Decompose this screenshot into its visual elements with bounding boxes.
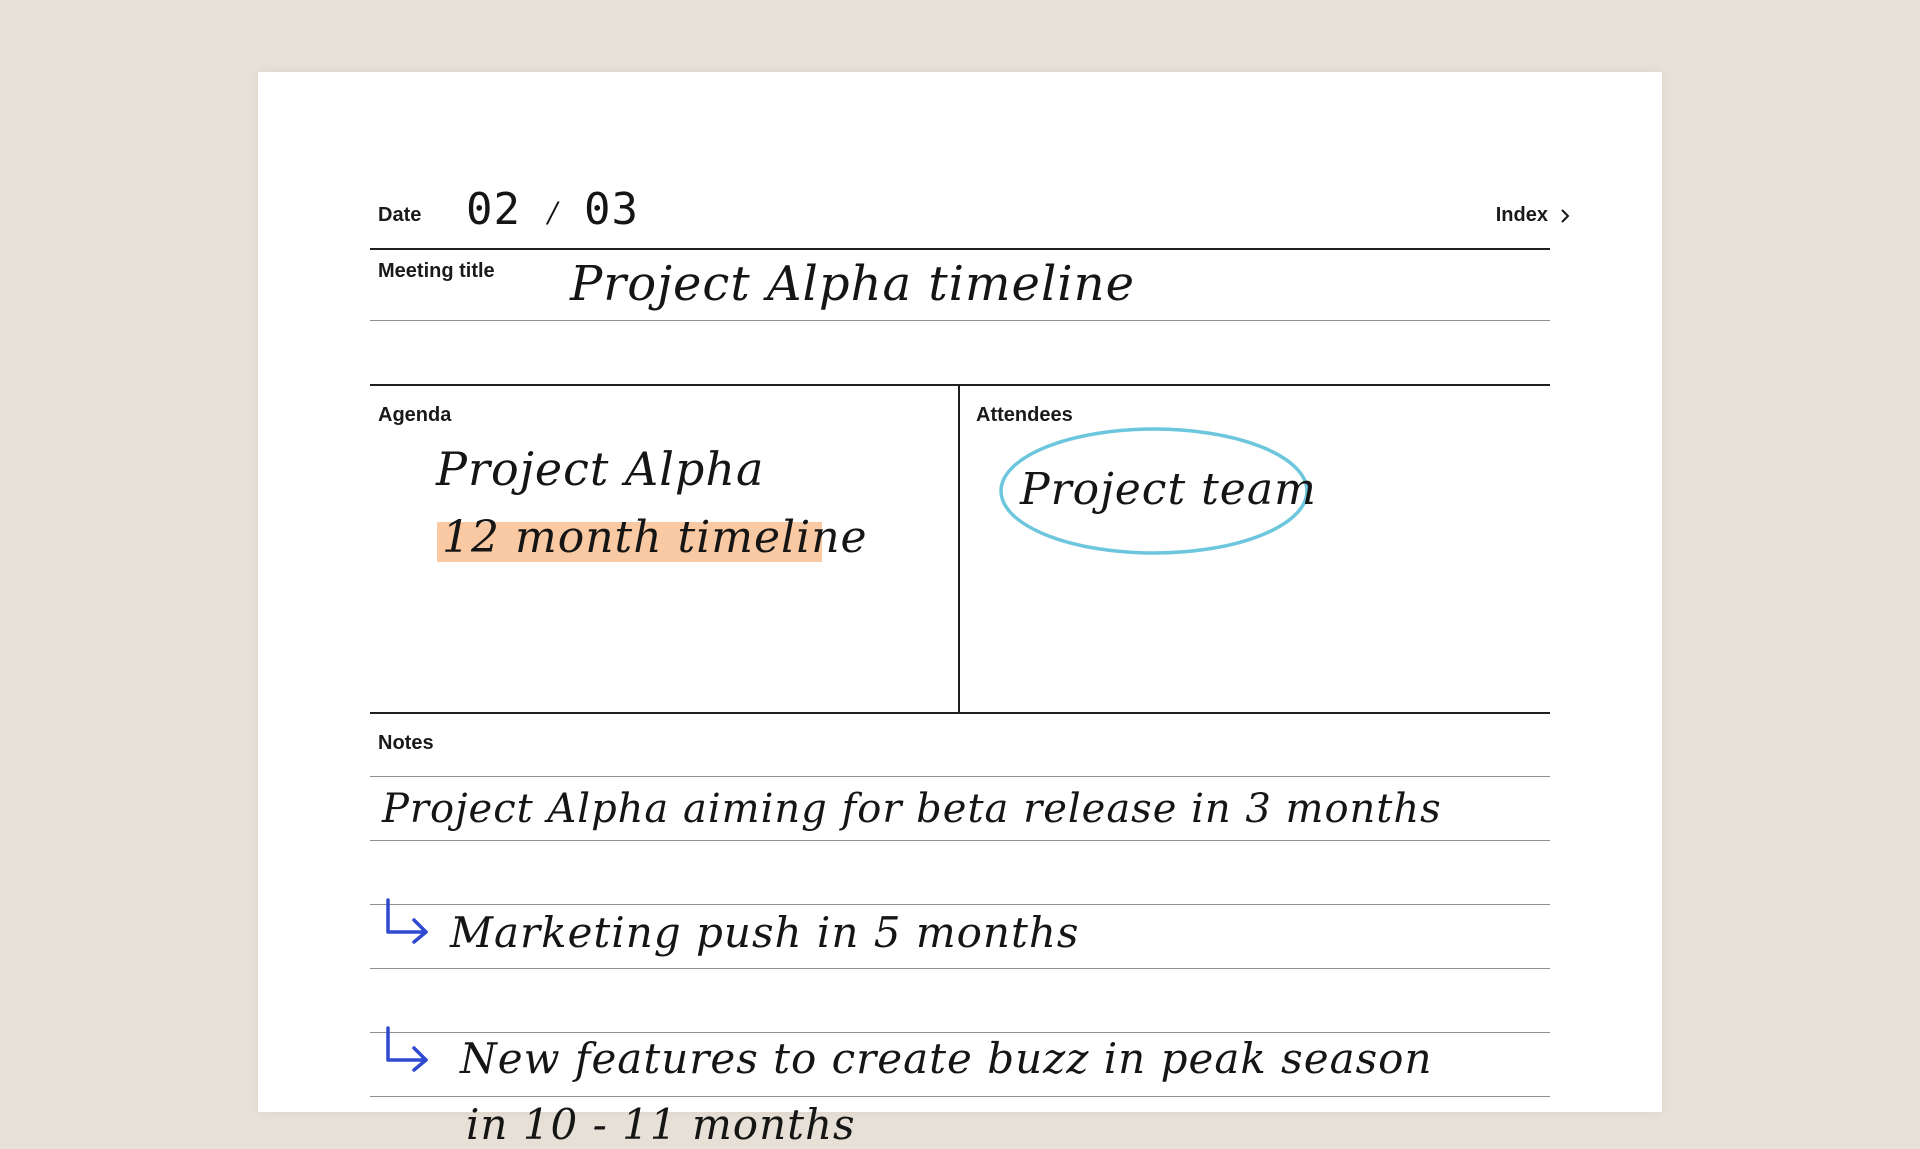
agenda-line-2[interactable]: 12 month timeline — [442, 512, 868, 563]
notes-top-divider — [370, 712, 1550, 714]
notes-label: Notes — [378, 732, 434, 754]
agenda-label: Agenda — [378, 404, 452, 426]
attendees-value[interactable]: Project team — [1020, 464, 1317, 515]
notes-rule-4 — [370, 968, 1550, 969]
date-day: 03 — [584, 184, 639, 235]
notes-line-2[interactable]: Marketing push in 5 months — [450, 908, 1079, 957]
notes-line-4[interactable]: in 10 - 11 months — [466, 1100, 856, 1149]
chevron-right-icon — [1561, 208, 1570, 223]
meeting-title-value[interactable]: Project Alpha timeline — [570, 256, 1135, 312]
meeting-title-label: Meeting title — [378, 260, 495, 282]
notes-rule-2 — [370, 840, 1550, 841]
notes-rule-1 — [370, 776, 1550, 777]
date-separator: / — [548, 196, 559, 229]
arrow-return-icon — [386, 1026, 428, 1072]
notes-rule-5 — [370, 1032, 1550, 1033]
arrow-return-icon — [386, 898, 428, 944]
notes-rule-3 — [370, 904, 1550, 905]
agenda-top-divider — [370, 384, 1550, 386]
date-month: 02 — [466, 184, 521, 235]
agenda-line-1[interactable]: Project Alpha — [436, 442, 764, 496]
notes-rule-6 — [370, 1096, 1550, 1097]
notes-line-1[interactable]: Project Alpha aiming for beta release in… — [382, 786, 1442, 832]
agenda-attendees-divider — [958, 384, 960, 712]
meeting-title-rule — [370, 320, 1550, 321]
date-label: Date — [378, 204, 422, 226]
notebook-page: Date 02 / 03 Index Meeting title Project… — [258, 72, 1662, 1149]
header-divider — [370, 248, 1550, 250]
notes-line-3[interactable]: New features to create buzz in peak seas… — [460, 1034, 1433, 1083]
index-button[interactable]: Index — [1496, 204, 1570, 227]
index-label: Index — [1495, 204, 1548, 226]
